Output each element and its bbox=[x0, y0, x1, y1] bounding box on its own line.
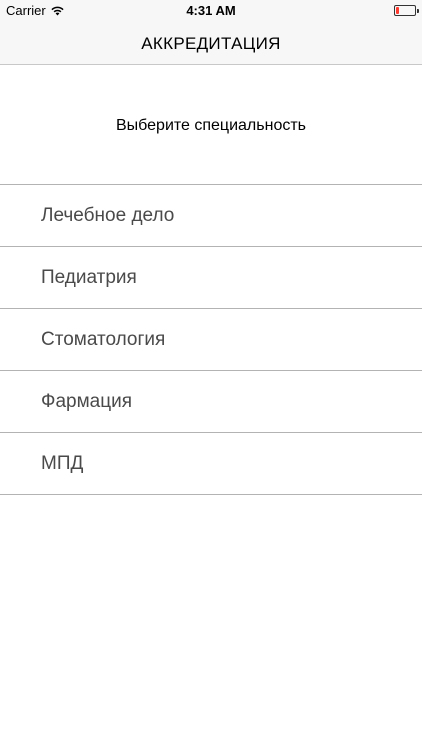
navigation-bar: АККРЕДИТАЦИЯ bbox=[0, 22, 422, 65]
status-bar: Carrier 4:31 AM bbox=[0, 0, 422, 22]
page-title: АККРЕДИТАЦИЯ bbox=[141, 34, 281, 53]
specialty-list: Лечебное дело Педиатрия Стоматология Фар… bbox=[0, 184, 422, 495]
specialty-label: Педиатрия bbox=[41, 266, 137, 288]
specialty-label: Стоматология bbox=[41, 328, 166, 350]
specialty-label: Лечебное дело bbox=[41, 204, 175, 226]
specialty-label: МПД bbox=[41, 452, 84, 474]
specialty-item-lechebnoe-delo[interactable]: Лечебное дело bbox=[0, 185, 422, 247]
battery-icon bbox=[394, 5, 419, 16]
specialty-item-mpd[interactable]: МПД bbox=[0, 433, 422, 495]
specialty-item-farmatsiya[interactable]: Фармация bbox=[0, 371, 422, 433]
specialty-item-stomatologiya[interactable]: Стоматология bbox=[0, 309, 422, 371]
clock: 4:31 AM bbox=[186, 3, 236, 18]
specialty-item-pediatriya[interactable]: Педиатрия bbox=[0, 247, 422, 309]
battery-level-fill bbox=[396, 7, 399, 14]
specialty-label: Фармация bbox=[41, 390, 132, 412]
selection-prompt: Выберите специальность bbox=[115, 117, 306, 134]
